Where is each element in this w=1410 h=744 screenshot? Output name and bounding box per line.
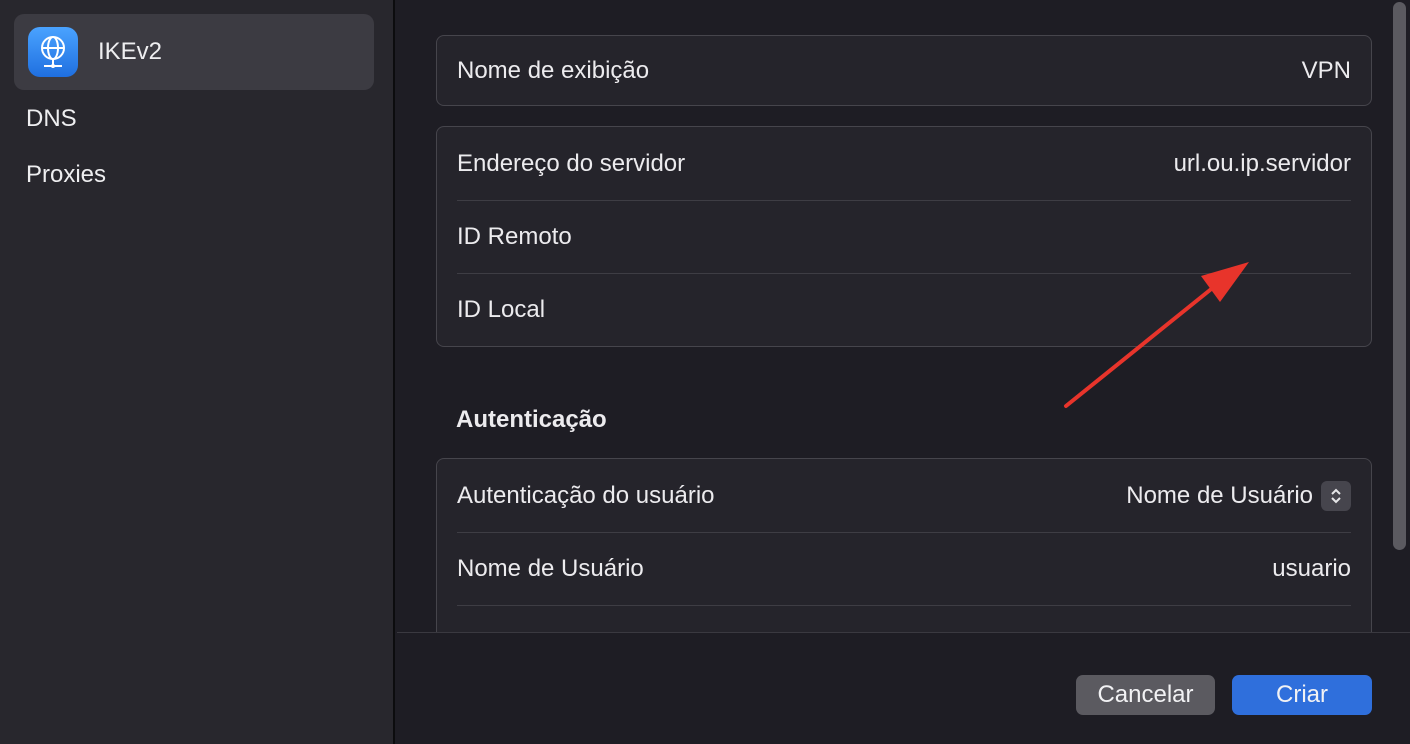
server-card: Endereço do servidor url.ou.ip.servidor … [436, 126, 1372, 347]
local-id-row[interactable]: ID Local [437, 273, 1371, 346]
create-button[interactable]: Criar [1232, 675, 1372, 715]
display-name-field[interactable]: VPN [1302, 57, 1351, 85]
sidebar-item-ikev2[interactable]: IKEv2 [14, 14, 374, 90]
user-auth-value: Nome de Usuário [1126, 481, 1313, 509]
sidebar-item-label: DNS [26, 105, 77, 132]
display-name-row[interactable]: Nome de exibição VPN [437, 36, 1371, 105]
username-row[interactable]: Nome de Usuário usuario [437, 532, 1371, 605]
cancel-button[interactable]: Cancelar [1076, 675, 1215, 715]
sidebar: IKEv2 DNS Proxies [0, 0, 395, 744]
main-panel: Nome de exibição VPN Endereço do servido… [397, 0, 1410, 632]
next-row-partial [437, 605, 1371, 632]
remote-id-row[interactable]: ID Remoto [437, 200, 1371, 273]
chevron-up-down-icon[interactable] [1321, 480, 1351, 511]
auth-section-title: Autenticação [456, 406, 607, 433]
vpn-config-window: IKEv2 DNS Proxies Nome de exibição VPN E… [0, 0, 1410, 744]
local-id-label: ID Local [457, 295, 546, 323]
footer: Cancelar Criar [397, 632, 1410, 744]
sidebar-item-proxies[interactable]: Proxies [14, 149, 374, 201]
globe-network-icon [28, 27, 78, 77]
general-card: Nome de exibição VPN [436, 35, 1372, 106]
auth-card: Autenticação do usuário Nome de Usuário … [436, 458, 1372, 632]
server-address-label: Endereço do servidor [457, 149, 686, 177]
display-name-label: Nome de exibição [457, 56, 650, 84]
user-auth-label: Autenticação do usuário [457, 481, 715, 509]
scrollbar[interactable] [1389, 0, 1410, 632]
sidebar-item-dns[interactable]: DNS [14, 93, 374, 145]
sidebar-item-label: Proxies [26, 161, 107, 188]
remote-id-label: ID Remoto [457, 222, 572, 250]
username-field[interactable]: usuario [1272, 555, 1351, 583]
server-address-field[interactable]: url.ou.ip.servidor [1174, 150, 1351, 178]
user-auth-popup[interactable]: Nome de Usuário [1126, 480, 1351, 511]
user-auth-row[interactable]: Autenticação do usuário Nome de Usuário [437, 459, 1371, 532]
server-address-row[interactable]: Endereço do servidor url.ou.ip.servidor [437, 127, 1371, 200]
username-label: Nome de Usuário [457, 554, 644, 582]
scrollbar-thumb[interactable] [1393, 2, 1406, 550]
sidebar-item-label: IKEv2 [98, 38, 163, 65]
